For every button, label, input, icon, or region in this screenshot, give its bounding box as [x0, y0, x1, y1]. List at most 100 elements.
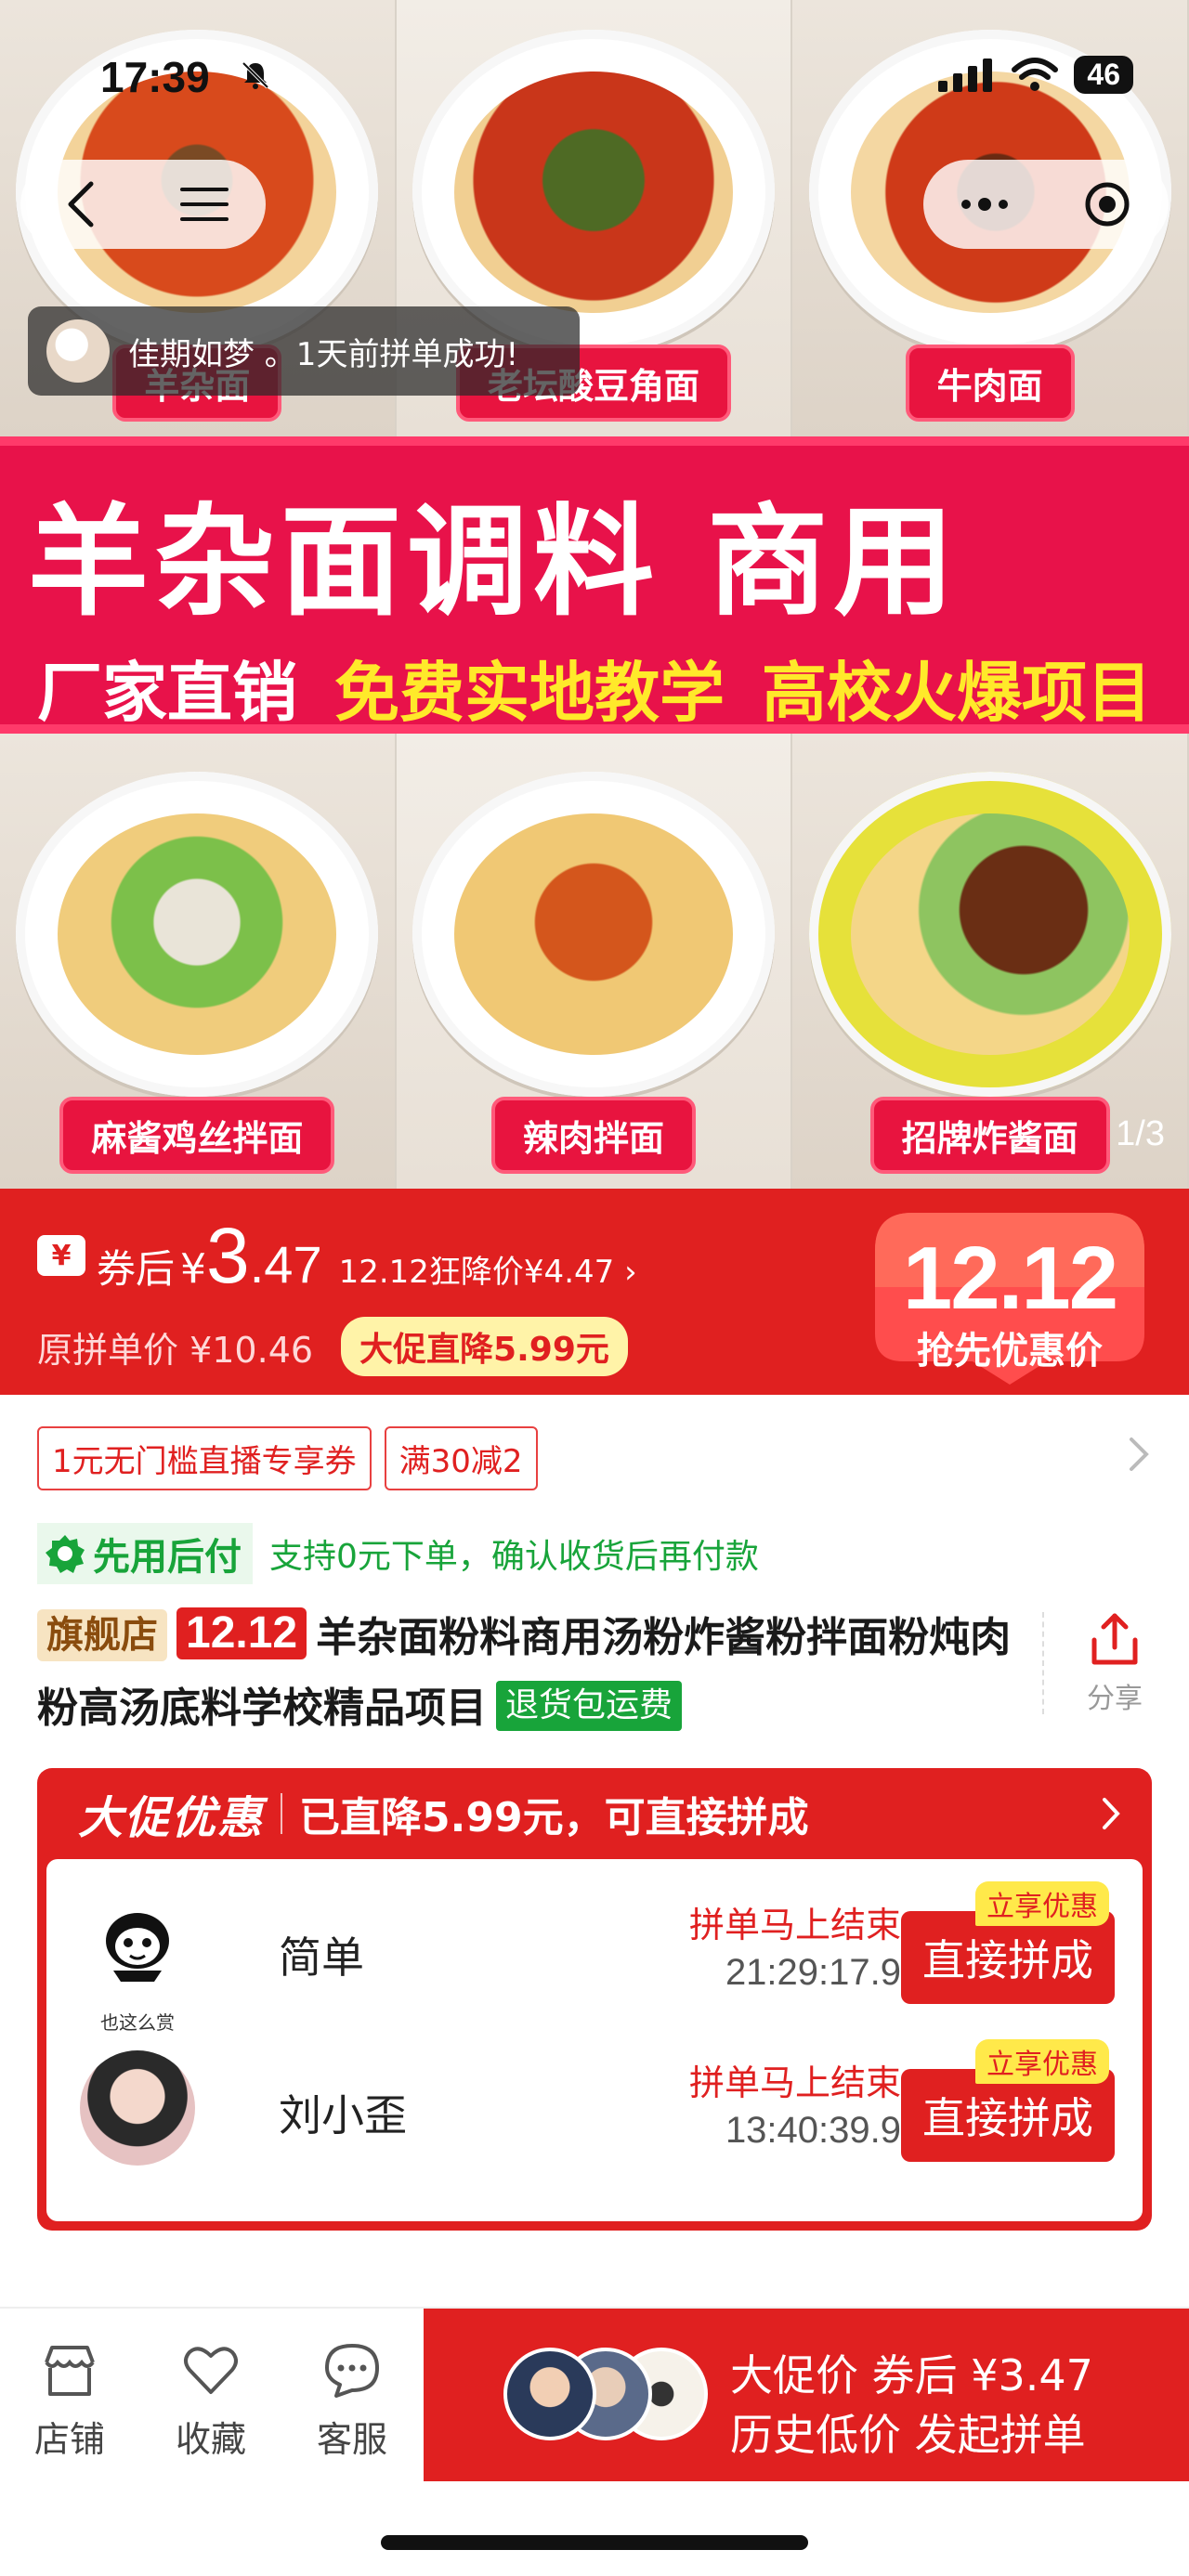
avatar — [46, 319, 110, 383]
dish-row-bottom: 麻酱鸡丝拌面 辣肉拌面 招牌炸酱面 — [0, 734, 1189, 1189]
event-badge-text: 抢先优惠价 — [917, 1330, 1103, 1373]
chevron-right-icon — [1103, 1798, 1120, 1829]
group-buy-header[interactable]: 大促优惠 已直降5.99元，可直接拼成 — [37, 1768, 1152, 1859]
group-status: 拼单马上结束 — [688, 2062, 901, 2103]
toast-text: 佳期如梦 。1天前拼单成功! — [128, 335, 519, 373]
promo-banner: 羊杂面调料 商用 厂家直销 免费实地教学 高校火爆项目 — [0, 436, 1189, 734]
flash-price-link[interactable]: 12.12狂降价¥4.47 › — [339, 1246, 637, 1292]
avatar — [503, 2348, 596, 2440]
image-counter: 1/3 — [1116, 1114, 1165, 1153]
pay-later-desc: 支持0元下单，确认收货后再付款 — [269, 1538, 759, 1576]
event-badge-number: 12.12 — [902, 1229, 1118, 1328]
pay-later-icon — [46, 1535, 85, 1573]
coupon-icon: ¥ — [37, 1235, 85, 1276]
wifi-icon — [1012, 57, 1059, 91]
pay-later-row[interactable]: 先用后付 支持0元下单，确认收货后再付款 — [37, 1523, 759, 1584]
countdown-timer: 21:29:17.9 — [725, 1952, 901, 1993]
noodle-bowl-image — [16, 771, 379, 1097]
start-group-buy-button[interactable]: 大促价 券后 ¥3.47 历史低价 发起拼单 — [424, 2309, 1189, 2481]
price-integer: 3 — [206, 1212, 250, 1299]
banner-title: 羊杂面调料 商用 — [28, 491, 960, 632]
product-title: 旗舰店 12.12 羊杂面粉料商用汤粉炸酱粉拌面粉炖肉粉高汤底料学校精品项目 退货包运… — [37, 1603, 1013, 1744]
countdown-timer: 13:40:39.9 — [725, 2110, 901, 2151]
favorite-label: 收藏 — [175, 2419, 246, 2460]
dish-label: 招牌炸酱面 — [869, 1097, 1110, 1174]
group-buy-row: 刘小歪 拼单马上结束 13:40:39.9 直接拼成 立享优惠 — [46, 2032, 1143, 2190]
group-success-toast: 佳期如梦 。1天前拼单成功! — [28, 306, 580, 396]
banner-sub-project: 高校火爆项目 — [762, 655, 1152, 731]
group-buy-list: 也这么赏 简单 拼单马上结束 21:29:17.9 直接拼成 立享优惠 刘小歪 … — [46, 1859, 1143, 2221]
buy-action-line: 历史低价 发起拼单 — [730, 2410, 1086, 2460]
more-dots-icon — [961, 198, 1008, 211]
heart-icon — [184, 2347, 238, 2394]
currency-symbol: ¥ — [180, 1245, 207, 1293]
dish-label: 麻酱鸡丝拌面 — [59, 1097, 335, 1174]
nav-capsule-right — [923, 160, 1169, 249]
share-icon — [1091, 1613, 1138, 1665]
status-time: 17:39 — [100, 53, 210, 101]
user-name: 简单 — [279, 1932, 364, 1983]
noodle-bowl-image — [808, 771, 1171, 1097]
dish-tile: 麻酱鸡丝拌面 — [0, 734, 397, 1189]
battery-indicator: 46 — [1074, 56, 1133, 94]
share-button[interactable]: 分享 — [1076, 1612, 1154, 1716]
service-button[interactable]: 客服 — [292, 2340, 412, 2462]
signal-icon — [938, 58, 993, 92]
group-buy-panel: 大促优惠 已直降5.99元，可直接拼成 也这么赏 简单 拼单马上结束 21:29… — [37, 1768, 1152, 2231]
avatar — [80, 1893, 195, 2008]
coupon-chip[interactable]: 1元无门槛直播专享券 — [37, 1426, 372, 1490]
event-tag: 12.12 — [176, 1607, 307, 1659]
store-button[interactable]: 店铺 — [9, 2340, 130, 2462]
chat-bubble-icon — [325, 2344, 379, 2398]
banner-sub-direct: 厂家直销 — [37, 655, 297, 731]
instant-discount-tag: 立享优惠 — [975, 2039, 1109, 2084]
banner-subtitle: 厂家直销 免费实地教学 高校火爆项目 — [37, 641, 1152, 735]
panda-meme-avatar — [106, 1913, 169, 1982]
dish-tile: 辣肉拌面 — [396, 734, 793, 1189]
divider — [281, 1793, 283, 1834]
service-label: 客服 — [316, 2419, 387, 2460]
avatar-caption: 也这么赏 — [100, 2011, 175, 2034]
bottom-action-bar: 店铺 收藏 客服 大促价 券后 ¥3.47 历史低价 发起拼单 — [0, 2307, 1189, 2483]
group-buy-row: 也这么赏 简单 拼单马上结束 21:29:17.9 直接拼成 立享优惠 — [46, 1874, 1143, 2034]
user-name: 刘小歪 — [279, 2090, 407, 2140]
banner-sub-teaching: 免费实地教学 — [334, 655, 725, 731]
divider — [1042, 1612, 1044, 1714]
coupon-chip[interactable]: 满30减2 — [384, 1426, 538, 1490]
bell-muted-icon — [242, 61, 269, 89]
price-line: ¥ 券后 ¥ 3 .47 12.12狂降价¥4.47 › — [37, 1216, 637, 1295]
event-badge: 12.12 抢先优惠价 — [847, 1194, 1172, 1389]
close-miniapp-button[interactable] — [1081, 178, 1133, 230]
more-button[interactable] — [959, 178, 1011, 230]
status-indicators: 46 — [936, 56, 1133, 94]
after-coupon-label: 券后 — [97, 1246, 176, 1292]
menu-button[interactable] — [178, 178, 230, 230]
store-label: 店铺 — [33, 2419, 105, 2460]
price-decimal: .47 — [249, 1235, 322, 1294]
store-icon — [45, 2346, 95, 2396]
flagship-tag: 旗舰店 — [37, 1609, 167, 1661]
back-button[interactable] — [56, 178, 108, 230]
pay-later-label: 先用后付 — [93, 1536, 242, 1579]
chevron-left-icon — [68, 181, 94, 228]
home-indicator[interactable] — [381, 2535, 808, 2550]
original-price: 原拼单价 ¥10.46 — [37, 1329, 314, 1371]
buy-price-line: 大促价 券后 ¥3.47 — [730, 2350, 1093, 2400]
participant-avatars — [503, 2348, 708, 2444]
group-buy-tag: 大促优惠 — [78, 1792, 265, 1844]
avatar — [80, 2050, 195, 2166]
nav-capsule-left — [20, 160, 266, 249]
favorite-button[interactable]: 收藏 — [150, 2340, 271, 2462]
menu-icon — [180, 188, 229, 221]
group-buy-message: 已直降5.99元，可直接拼成 — [299, 1794, 809, 1841]
chevron-right-icon[interactable] — [1126, 1436, 1152, 1473]
dish-label: 牛肉面 — [905, 345, 1075, 422]
promo-badge: 大促直降5.99元 — [341, 1317, 628, 1376]
return-shipping-tag: 退货包运费 — [496, 1681, 683, 1731]
target-icon — [1085, 182, 1130, 227]
group-status: 拼单马上结束 — [688, 1905, 901, 1945]
dish-label: 辣肉拌面 — [490, 1097, 697, 1174]
price-bar: ¥ 券后 ¥ 3 .47 12.12狂降价¥4.47 › 原拼单价 ¥10.46… — [0, 1189, 1189, 1395]
share-label: 分享 — [1087, 1683, 1143, 1715]
noodle-bowl-image — [412, 771, 775, 1097]
